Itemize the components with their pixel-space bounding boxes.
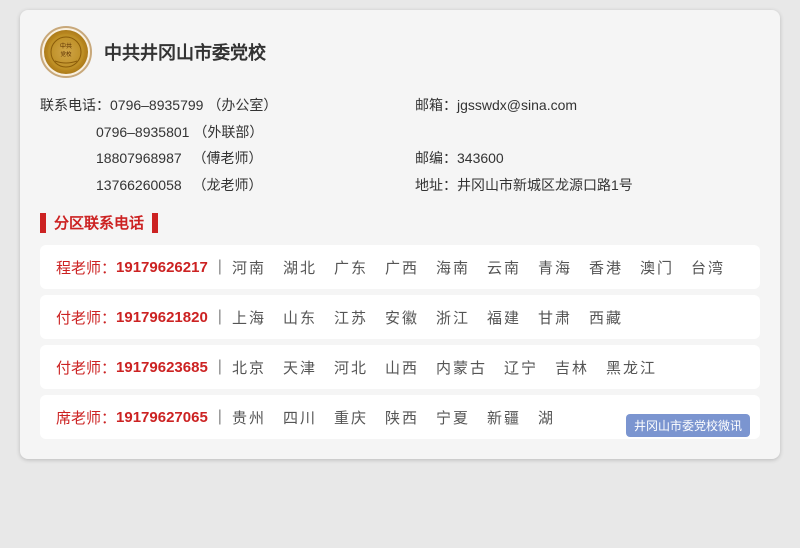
svg-text:党校: 党校 [60,50,72,58]
teacher-0: 程老师： [56,257,116,278]
separator-3: | [218,408,222,426]
phone-row-1: 联系电话：0796–8935799 （办公室） [40,92,385,119]
section-divider: 分区联系电话 [40,212,760,233]
phone-4: 13766260058 （龙老师） [96,177,263,193]
address-value: 井冈山市新城区龙源口路1号 [457,177,633,193]
phone-1: 19179621820 [116,309,208,326]
region-list: 程老师： 19179626217 | 河南 湖北 广东 广西 海南 云南 青海 … [40,245,760,439]
email-label: 邮箱： [415,97,457,113]
region-item-3: 席老师： 19179627065 | 贵州 四川 重庆 陕西 宁夏 新疆 湖 井… [40,395,760,439]
postcode-row2: 邮编：343600 [415,145,760,172]
watermark-badge: 井冈山市委党校微讯 [626,414,750,437]
address-row: 地址：井冈山市新城区龙源口路1号 [415,172,760,199]
svg-text:中共: 中共 [60,42,72,50]
regions-2: 北京 天津 河北 山西 内蒙古 辽宁 吉林 黑龙江 [232,357,657,378]
phone-3-val: 19179627065 [116,409,208,426]
separator-0: | [218,258,222,276]
contact-section: 联系电话：0796–8935799 （办公室） 0796–8935801 （外联… [40,92,760,198]
phone-3: 18807968987 （傅老师） [96,150,263,166]
postcode-row [415,119,760,146]
email-value: jgsswdx@sina.com [457,97,577,113]
org-name: 中共井冈山市委党校 [104,39,266,65]
contact-right: 邮箱：jgsswdx@sina.com 邮编：343600 地址：井冈山市新城区… [415,92,760,198]
divider-bar-right [152,213,158,233]
phone-row-2: 0796–8935801 （外联部） [40,119,385,146]
teacher-3: 席老师： [56,407,116,428]
separator-1: | [218,308,222,326]
postcode-value: 343600 [457,150,504,166]
regions-0: 河南 湖北 广东 广西 海南 云南 青海 香港 澳门 台湾 [232,257,725,278]
postcode-label: 邮编： [415,150,457,166]
logo: 中共 党校 [40,26,92,78]
teacher-1: 付老师： [56,307,116,328]
phone-2: 0796–8935801 （外联部） [96,124,263,140]
divider-bar-left [40,213,46,233]
main-card: 中共 党校 中共井冈山市委党校 联系电话：0796–8935799 （办公室） … [20,10,780,459]
phone-row-4: 13766260058 （龙老师） [40,172,385,199]
contact-left: 联系电话：0796–8935799 （办公室） 0796–8935801 （外联… [40,92,385,198]
phone-row-3: 18807968987 （傅老师） [40,145,385,172]
phone-label: 联系电话：0796–8935799 （办公室） [40,97,277,113]
phone-0: 19179626217 [116,259,208,276]
regions-1: 上海 山东 江苏 安徽 浙江 福建 甘肃 西藏 [232,307,623,328]
region-item-2: 付老师： 19179623685 | 北京 天津 河北 山西 内蒙古 辽宁 吉林… [40,345,760,389]
logo-inner: 中共 党校 [44,30,88,74]
regions-3: 贵州 四川 重庆 陕西 宁夏 新疆 湖 [232,407,555,428]
separator-2: | [218,358,222,376]
region-item-1: 付老师： 19179621820 | 上海 山东 江苏 安徽 浙江 福建 甘肃 … [40,295,760,339]
teacher-2: 付老师： [56,357,116,378]
email-row: 邮箱：jgsswdx@sina.com [415,92,760,119]
header-section: 中共 党校 中共井冈山市委党校 [40,26,760,78]
section-title: 分区联系电话 [50,212,148,233]
address-label: 地址： [415,177,457,193]
region-item-0: 程老师： 19179626217 | 河南 湖北 广东 广西 海南 云南 青海 … [40,245,760,289]
phone-2-val: 19179623685 [116,359,208,376]
